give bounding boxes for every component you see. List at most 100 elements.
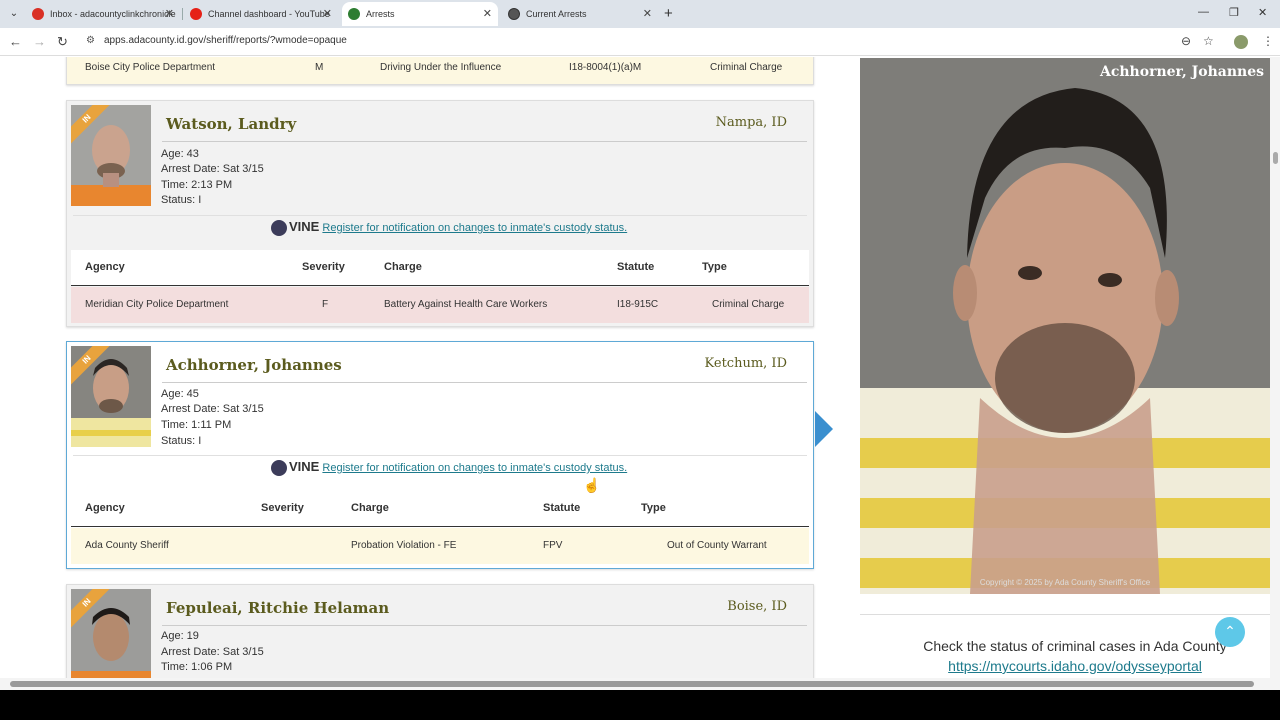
inmate-arrest-date: Arrest Date: Sat 3/15 bbox=[161, 403, 264, 415]
inmate-age: Age: 19 bbox=[161, 630, 199, 642]
header-charge: Charge bbox=[384, 261, 422, 273]
header-severity: Severity bbox=[302, 261, 345, 273]
close-icon[interactable]: ✕ bbox=[643, 2, 652, 26]
in-custody-badge: IN bbox=[71, 346, 115, 390]
close-icon[interactable]: ✕ bbox=[323, 2, 332, 26]
charges-table-header: Agency Severity Charge Statute Type bbox=[71, 491, 809, 527]
vine-notification: VINE Register for notification on change… bbox=[271, 459, 627, 476]
header-statute: Statute bbox=[617, 261, 655, 273]
arrest-card[interactable]: IN Watson, Landry Nampa, ID Age: 43 Arre… bbox=[66, 100, 814, 327]
restore-button[interactable]: ❐ bbox=[1229, 6, 1239, 19]
inmate-time: Time: 1:06 PM bbox=[161, 661, 233, 673]
inmate-name[interactable]: Fepuleai, Ritchie Helaman bbox=[166, 599, 389, 617]
profile-avatar[interactable] bbox=[1234, 35, 1248, 49]
back-button[interactable]: ← bbox=[9, 34, 22, 49]
divider bbox=[73, 215, 807, 216]
vine-shield-icon bbox=[271, 219, 287, 236]
url-text[interactable]: apps.adacounty.id.gov/sheriff/reports/?w… bbox=[104, 35, 347, 46]
back-to-top-button[interactable]: ⌃ bbox=[1215, 617, 1245, 647]
header-statute: Statute bbox=[543, 502, 581, 514]
mugshot-name: Achhorner, Johannes bbox=[1099, 64, 1264, 80]
scrollbar-thumb[interactable] bbox=[10, 681, 1254, 687]
inmate-status: Status: I bbox=[161, 435, 202, 447]
horizontal-scrollbar[interactable] bbox=[0, 678, 1280, 690]
zoom-icon[interactable]: ⊖ bbox=[1181, 34, 1191, 48]
tab-title: Inbox - adacountyclinkchronicle bbox=[50, 9, 176, 19]
tab-current-arrests[interactable]: Current Arrests ✕ bbox=[502, 2, 658, 26]
arrest-card-selected[interactable]: IN Achhorner, Johannes Ketchum, ID Age: … bbox=[66, 341, 814, 569]
inmate-age: Age: 43 bbox=[161, 148, 199, 160]
inmate-photo[interactable]: IN bbox=[71, 346, 151, 447]
forward-button[interactable]: → bbox=[33, 34, 46, 49]
inmate-name[interactable]: Watson, Landry bbox=[166, 115, 296, 133]
tab-title: Current Arrests bbox=[526, 9, 587, 19]
tab-youtube[interactable]: Channel dashboard - YouTube ✕ bbox=[184, 2, 338, 26]
browser-menu-icon[interactable]: ⋮ bbox=[1262, 34, 1274, 48]
inmate-name[interactable]: Achhorner, Johannes bbox=[166, 356, 342, 374]
bookmark-star-icon[interactable]: ☆ bbox=[1203, 34, 1214, 48]
charges-table-header: Agency Severity Charge Statute Type bbox=[71, 250, 809, 286]
divider bbox=[73, 455, 807, 456]
inmate-time: Time: 1:11 PM bbox=[161, 419, 232, 431]
divider bbox=[162, 625, 807, 626]
vine-logo-text: VINE bbox=[289, 219, 320, 234]
arrest-card[interactable]: IN Fepuleai, Ritchie Helaman Boise, ID A… bbox=[66, 584, 814, 678]
vine-logo: VINE bbox=[271, 459, 320, 476]
hand-cursor-icon: ☝ bbox=[583, 477, 601, 493]
vine-logo-text: VINE bbox=[289, 459, 320, 474]
inmate-arrest-date: Arrest Date: Sat 3/15 bbox=[161, 163, 264, 175]
table-row: Ada County Sheriff Probation Violation -… bbox=[71, 528, 809, 564]
inmate-city: Nampa, ID bbox=[715, 115, 787, 130]
agency-cell: Meridian City Police Department bbox=[85, 299, 229, 310]
vine-register-link[interactable]: Register for notification on changes to … bbox=[322, 462, 627, 474]
address-bar[interactable]: ⚙ apps.adacounty.id.gov/sheriff/reports/… bbox=[80, 31, 1220, 53]
tab-inbox[interactable]: Inbox - adacountyclinkchronicle ✕ bbox=[26, 2, 180, 26]
type-cell: Out of County Warrant bbox=[667, 540, 767, 551]
header-agency: Agency bbox=[85, 261, 125, 273]
in-custody-badge: IN bbox=[71, 105, 115, 149]
divider bbox=[162, 382, 807, 383]
statute-cell: I18-915C bbox=[617, 299, 659, 310]
inmate-photo[interactable]: IN bbox=[71, 589, 151, 678]
charge-cell: Probation Violation - FE bbox=[351, 540, 457, 551]
header-charge: Charge bbox=[351, 502, 389, 514]
vine-logo: VINE bbox=[271, 219, 320, 236]
window-close-button[interactable]: ✕ bbox=[1258, 6, 1267, 19]
scrollbar-thumb[interactable] bbox=[1273, 152, 1278, 164]
inmate-city: Ketchum, ID bbox=[704, 356, 787, 371]
statute-cell: I18-8004(1)(a)M bbox=[569, 62, 642, 73]
close-icon[interactable]: ✕ bbox=[483, 2, 492, 26]
inmate-arrest-date: Arrest Date: Sat 3/15 bbox=[161, 646, 264, 658]
youtube-icon bbox=[190, 8, 202, 20]
vertical-scrollbar[interactable] bbox=[1270, 57, 1280, 678]
tab-separator bbox=[182, 8, 183, 20]
header-severity: Severity bbox=[261, 502, 304, 514]
selection-arrow-icon bbox=[815, 411, 833, 447]
new-tab-button[interactable]: + bbox=[664, 5, 673, 22]
inmate-city: Boise, ID bbox=[727, 599, 787, 614]
vine-register-link[interactable]: Register for notification on changes to … bbox=[322, 222, 627, 234]
severity-cell: M bbox=[315, 62, 324, 73]
inmate-time: Time: 2:13 PM bbox=[161, 179, 233, 191]
page-content: Boise City Police Department M Driving U… bbox=[0, 57, 1280, 678]
address-toolbar: ← → ↻ ⚙ apps.adacounty.id.gov/sheriff/re… bbox=[0, 28, 1280, 56]
close-icon[interactable]: ✕ bbox=[165, 2, 174, 26]
severity-cell: F bbox=[322, 299, 329, 310]
header-agency: Agency bbox=[85, 502, 125, 514]
type-cell: Criminal Charge bbox=[712, 299, 785, 310]
tab-arrests[interactable]: Arrests ✕ bbox=[342, 2, 498, 26]
statute-cell: FPV bbox=[543, 540, 563, 551]
courts-link[interactable]: https://mycourts.idaho.gov/odysseyportal bbox=[860, 658, 1280, 674]
site-info-icon[interactable]: ⚙ bbox=[86, 35, 95, 46]
reload-button[interactable]: ↻ bbox=[57, 34, 68, 50]
previous-arrest-card: Boise City Police Department M Driving U… bbox=[66, 57, 814, 85]
minimize-button[interactable]: — bbox=[1198, 6, 1209, 18]
mugshot-copyright: Copyright © 2025 by Ada County Sheriff's… bbox=[979, 578, 1151, 587]
inmate-age: Age: 45 bbox=[161, 388, 199, 400]
vine-shield-icon bbox=[271, 459, 287, 476]
header-type: Type bbox=[702, 261, 727, 273]
type-cell: Criminal Charge bbox=[710, 62, 783, 73]
inmate-photo[interactable]: IN bbox=[71, 105, 151, 206]
tab-search-icon[interactable]: ⌄ bbox=[6, 6, 22, 22]
in-custody-badge: IN bbox=[71, 589, 115, 633]
